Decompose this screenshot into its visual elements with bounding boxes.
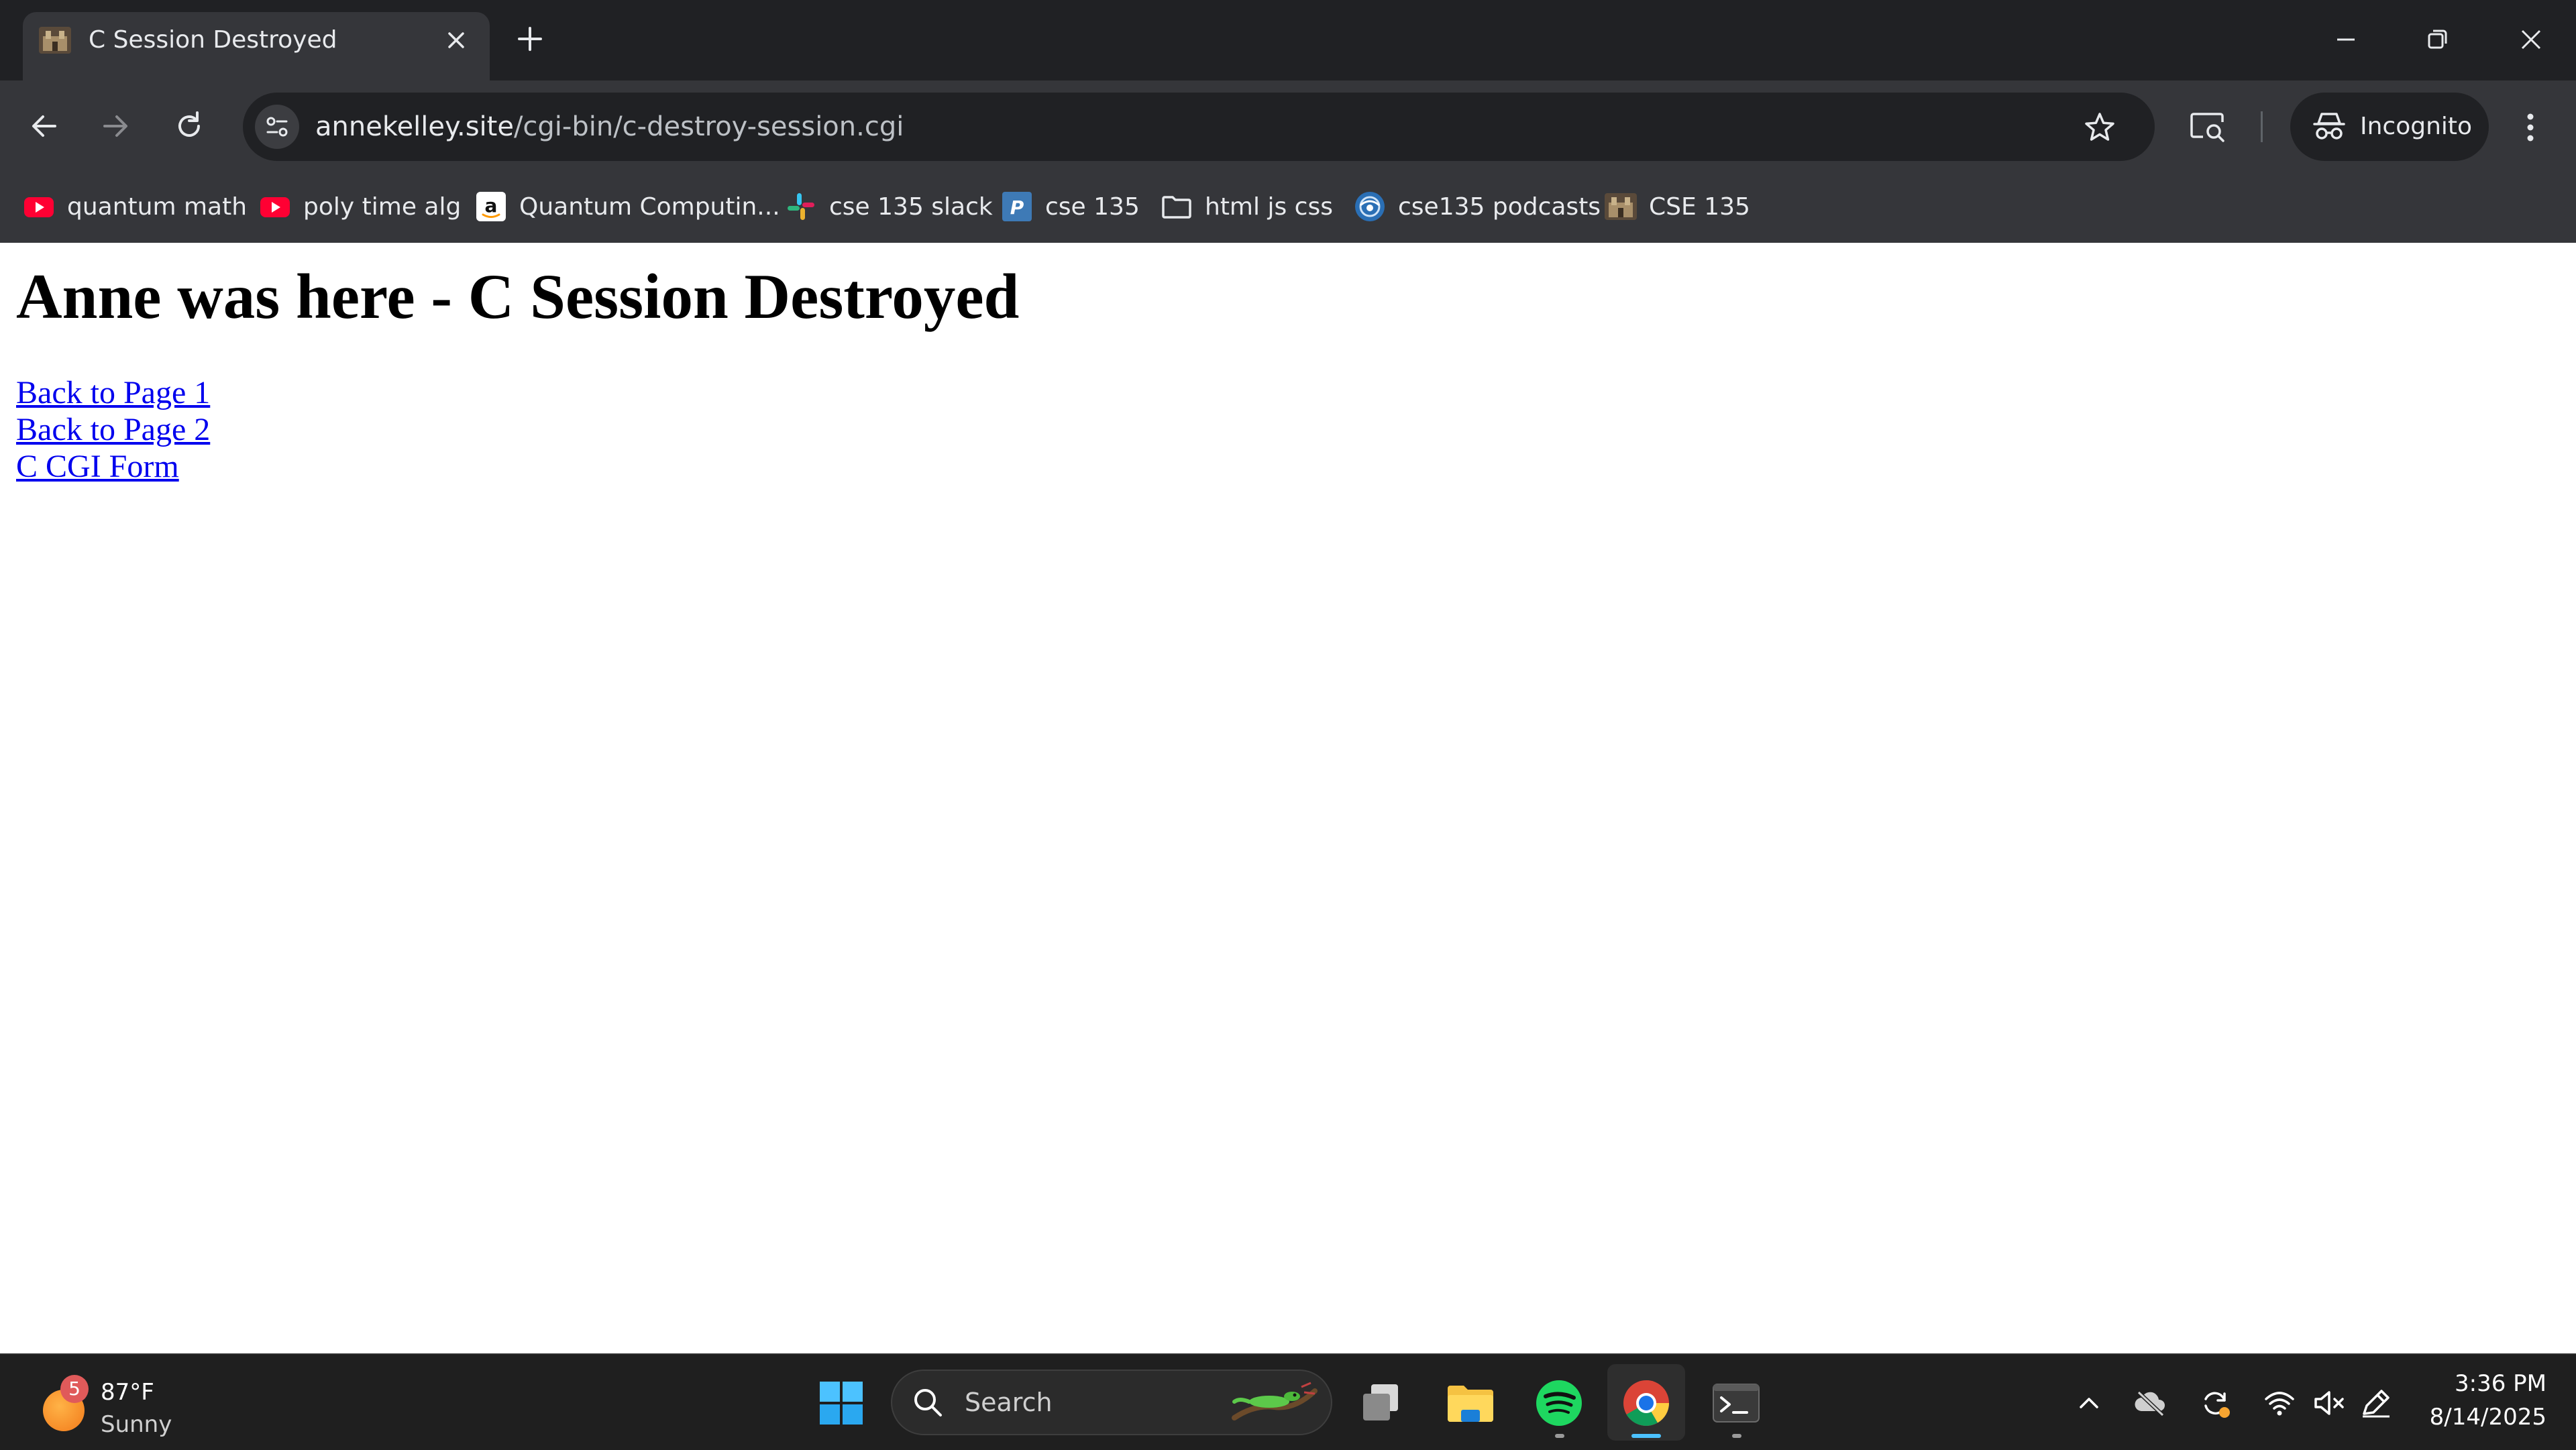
back-icon[interactable]	[25, 107, 63, 145]
youtube-icon	[260, 197, 290, 217]
terminal-running-indicator	[1732, 1434, 1741, 1438]
forward-icon[interactable]	[97, 107, 134, 145]
sync-icon[interactable]	[2196, 1384, 2234, 1422]
back-to-page-1-link[interactable]: Back to Page 1	[16, 374, 210, 411]
incognito-profile-button[interactable]: Incognito	[2290, 93, 2489, 161]
svg-text:P: P	[1010, 197, 1024, 219]
piazza-icon: P	[1002, 192, 1032, 221]
weather-widget[interactable]: 5 87°F Sunny	[36, 1367, 197, 1441]
spotify-icon[interactable]	[1531, 1375, 1587, 1431]
bookmark-cse-135[interactable]: P cse 135	[1001, 182, 1140, 231]
close-window-icon[interactable]	[2514, 23, 2548, 56]
reload-icon[interactable]	[170, 107, 208, 145]
bookmark-poly-time-alg[interactable]: poly time alg	[259, 182, 461, 231]
search-label: Search	[965, 1388, 1053, 1417]
youtube-icon	[24, 197, 54, 217]
system-clock[interactable]: 3:36 PM 8/14/2025	[2412, 1367, 2546, 1434]
weather-temp: 87°F	[101, 1379, 154, 1406]
onedrive-offline-icon[interactable]	[2132, 1384, 2169, 1422]
slack-icon	[788, 193, 814, 220]
volume-muted-icon[interactable]	[2310, 1384, 2348, 1422]
bookmark-label: cse 135 slack	[829, 192, 993, 221]
clock-time: 3:36 PM	[2455, 1370, 2546, 1397]
tab-strip: C Session Destroyed	[0, 0, 2576, 80]
folder-icon	[1162, 196, 1191, 219]
tab-active[interactable]: C Session Destroyed	[23, 12, 490, 80]
bookmark-label: html js css	[1205, 192, 1333, 221]
bookmarks-bar: quantum math poly time alg a Quantum Com…	[0, 173, 2576, 244]
page-heading: Anne was here - C Session Destroyed	[16, 261, 1020, 332]
url-host: annekelley.site	[315, 111, 514, 142]
clock-date: 8/14/2025	[2429, 1404, 2546, 1431]
back-to-page-2-link[interactable]: Back to Page 2	[16, 411, 210, 448]
url-path: /cgi-bin/c-destroy-session.cgi	[513, 111, 904, 142]
site-info-button[interactable]	[255, 105, 299, 149]
page-content: Anne was here - C Session Destroyed Back…	[0, 243, 2576, 1353]
bookmark-cse-135-castle[interactable]: CSE 135	[1605, 182, 1750, 231]
lens-icon[interactable]	[2188, 107, 2229, 145]
c-cgi-form-link[interactable]: C CGI Form	[16, 448, 210, 485]
bookmark-quantum-computing[interactable]: a Quantum Computin...	[475, 182, 780, 231]
menu-icon[interactable]	[2517, 107, 2544, 148]
tab-title: C Session Destroyed	[89, 26, 337, 54]
bookmark-quantum-math[interactable]: quantum math	[23, 182, 247, 231]
bookmark-label: Quantum Computin...	[519, 192, 780, 221]
task-view-icon[interactable]	[1354, 1375, 1410, 1431]
site-info-icon	[266, 117, 288, 137]
new-tab-icon[interactable]	[515, 24, 545, 54]
bookmark-label: poly time alg	[303, 192, 462, 221]
castle-favicon	[39, 27, 71, 54]
link-list: Back to Page 1 Back to Page 2 C CGI Form	[16, 374, 210, 485]
file-explorer-icon[interactable]	[1442, 1375, 1499, 1431]
toolbar-divider	[2261, 111, 2263, 142]
browser-toolbar: annekelley.site/cgi-bin/c-destroy-sessio…	[0, 80, 2576, 173]
bookmark-label: cse 135	[1045, 192, 1140, 221]
bookmark-label: quantum math	[67, 192, 248, 221]
bookmark-star-icon[interactable]	[2081, 109, 2118, 146]
bookmark-cse-135-slack[interactable]: cse 135 slack	[785, 182, 993, 231]
spotify-running-indicator	[1555, 1434, 1564, 1438]
taskbar: 5 87°F Sunny Search 3:36 PM 8/14/2025	[0, 1353, 2576, 1450]
chevron-up-icon[interactable]	[2070, 1384, 2108, 1422]
bookmark-cse135-podcasts[interactable]: cse135 podcasts	[1354, 182, 1601, 231]
search-icon	[914, 1389, 942, 1416]
chrome-active-indicator	[1631, 1434, 1661, 1438]
terminal-icon[interactable]	[1708, 1375, 1764, 1431]
start-icon[interactable]	[813, 1375, 869, 1431]
restore-icon[interactable]	[2420, 23, 2454, 56]
close-tab-icon[interactable]	[444, 28, 468, 52]
chrome-icon[interactable]	[1618, 1375, 1674, 1431]
bookmark-html-js-css[interactable]: html js css	[1161, 182, 1333, 231]
incognito-label: Incognito	[2360, 113, 2473, 140]
taskbar-search[interactable]: Search	[891, 1370, 1332, 1435]
weather-condition: Sunny	[101, 1411, 172, 1438]
amazon-icon: a	[476, 192, 506, 221]
address-bar[interactable]: annekelley.site/cgi-bin/c-destroy-sessio…	[243, 93, 2155, 161]
url-text[interactable]: annekelley.site/cgi-bin/c-destroy-sessio…	[315, 93, 904, 161]
bookmark-label: cse135 podcasts	[1398, 192, 1601, 221]
incognito-icon	[2313, 113, 2345, 140]
svg-text:a: a	[485, 194, 498, 217]
podcast-icon	[1355, 192, 1385, 221]
notification-badge: 5	[60, 1375, 89, 1403]
wifi-icon[interactable]	[2261, 1384, 2298, 1422]
gecko-search-highlight-icon	[1232, 1382, 1318, 1420]
bookmark-label: CSE 135	[1649, 192, 1750, 221]
castle-icon	[1605, 193, 1637, 220]
minimize-icon[interactable]	[2329, 23, 2363, 56]
pen-icon[interactable]	[2357, 1384, 2395, 1422]
